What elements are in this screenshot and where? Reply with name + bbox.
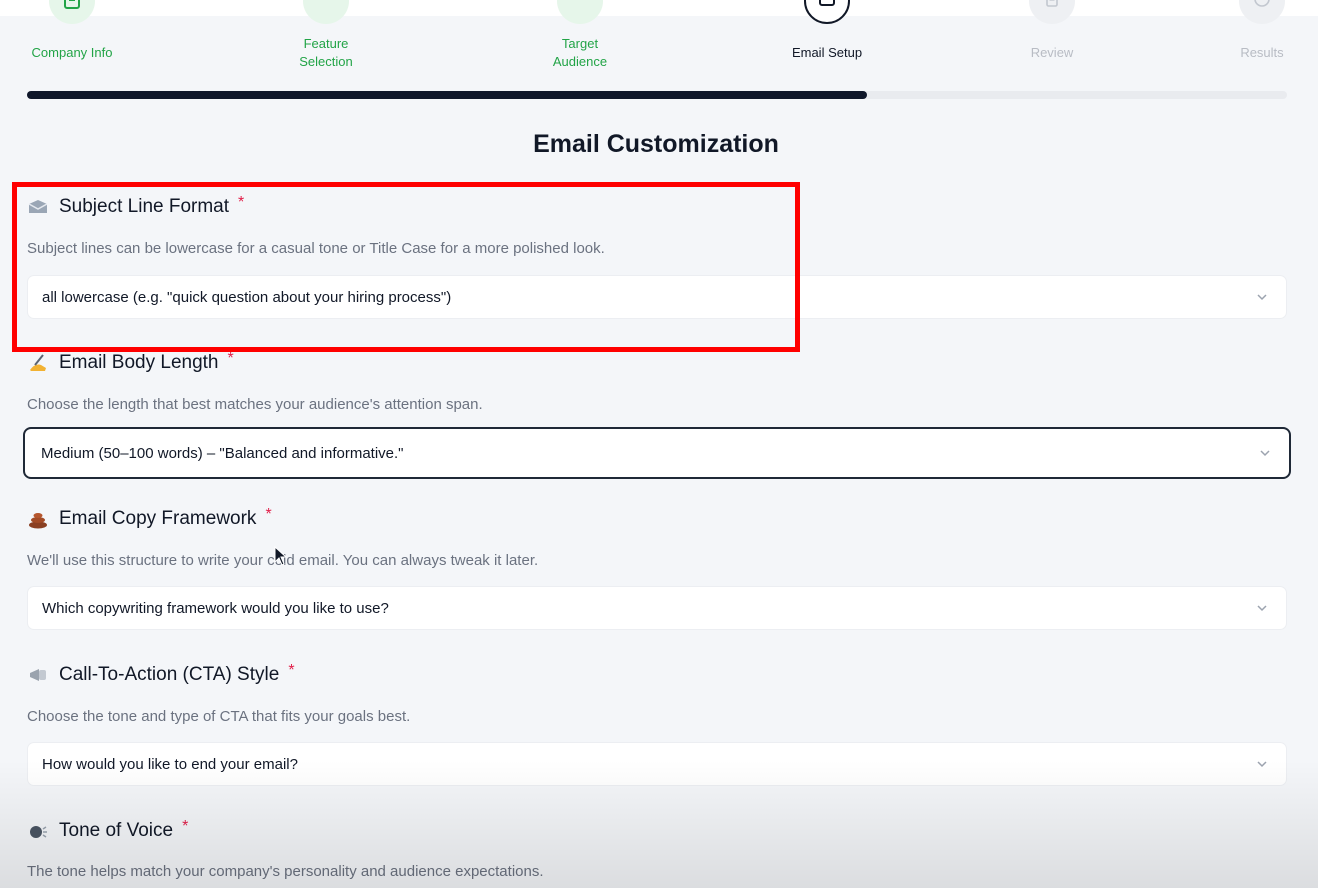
step-label: Email Setup (791, 45, 863, 60)
megaphone-icon (27, 664, 49, 686)
step-label: Review (1030, 45, 1074, 60)
chevron-down-icon (1257, 605, 1267, 612)
email-copy-framework-select[interactable]: Which copywriting framework would you li… (27, 586, 1287, 630)
progress-stepper: Company Info Feature Selection Target Au… (0, 0, 1318, 80)
speaking-head-icon (27, 820, 49, 842)
building-icon (49, 0, 95, 24)
field-label-text: Email Copy Framework (59, 508, 257, 529)
tone-of-voice-label: Tone of Voice * (27, 818, 189, 842)
select-placeholder: How would you like to end your email? (42, 755, 298, 773)
check-icon (557, 0, 603, 24)
email-copy-framework-label: Email Copy Framework * (27, 506, 272, 530)
field-label-text: Email Body Length (59, 352, 219, 373)
annotation-highlight-box (12, 182, 800, 352)
chevron-down-icon (1257, 761, 1267, 768)
required-indicator: * (288, 662, 295, 679)
step-label: Feature Selection (299, 36, 353, 69)
chevron-down-icon (1260, 450, 1270, 457)
step-label: Target Audience (552, 36, 608, 69)
poop-icon (27, 508, 49, 530)
chevron-down-icon (1257, 294, 1267, 301)
mail-icon (804, 0, 850, 24)
cta-style-label: Call-To-Action (CTA) Style * (27, 662, 295, 686)
email-body-length-label: Email Body Length * (27, 350, 234, 374)
page-title: Email Customization (533, 130, 779, 158)
required-indicator: * (265, 506, 272, 523)
select-placeholder: Which copywriting framework would you li… (42, 599, 389, 617)
required-indicator: * (182, 818, 189, 835)
cta-style-select[interactable]: How would you like to end your email? (27, 742, 1287, 786)
tone-of-voice-help: The tone helps match your company's pers… (27, 863, 544, 880)
field-label-text: Call-To-Action (CTA) Style (59, 664, 280, 685)
cta-style-help: Choose the tone and type of CTA that fit… (27, 708, 411, 725)
progress-bar-fill (27, 91, 867, 99)
writing-hand-icon (27, 352, 49, 374)
progress-bar (27, 91, 1287, 99)
circle-icon (1239, 0, 1285, 24)
required-indicator: * (227, 350, 234, 367)
check-icon (303, 0, 349, 24)
step-label: Company Info (31, 45, 113, 60)
field-label-text: Tone of Voice (59, 820, 174, 841)
email-body-length-select[interactable]: Medium (50–100 words) – "Balanced and in… (23, 427, 1291, 479)
document-icon (1029, 0, 1075, 24)
step-label: Results (1240, 45, 1284, 60)
select-value: Medium (50–100 words) – "Balanced and in… (41, 444, 404, 462)
mouse-cursor-icon (274, 546, 288, 566)
email-body-length-help: Choose the length that best matches your… (27, 396, 483, 413)
